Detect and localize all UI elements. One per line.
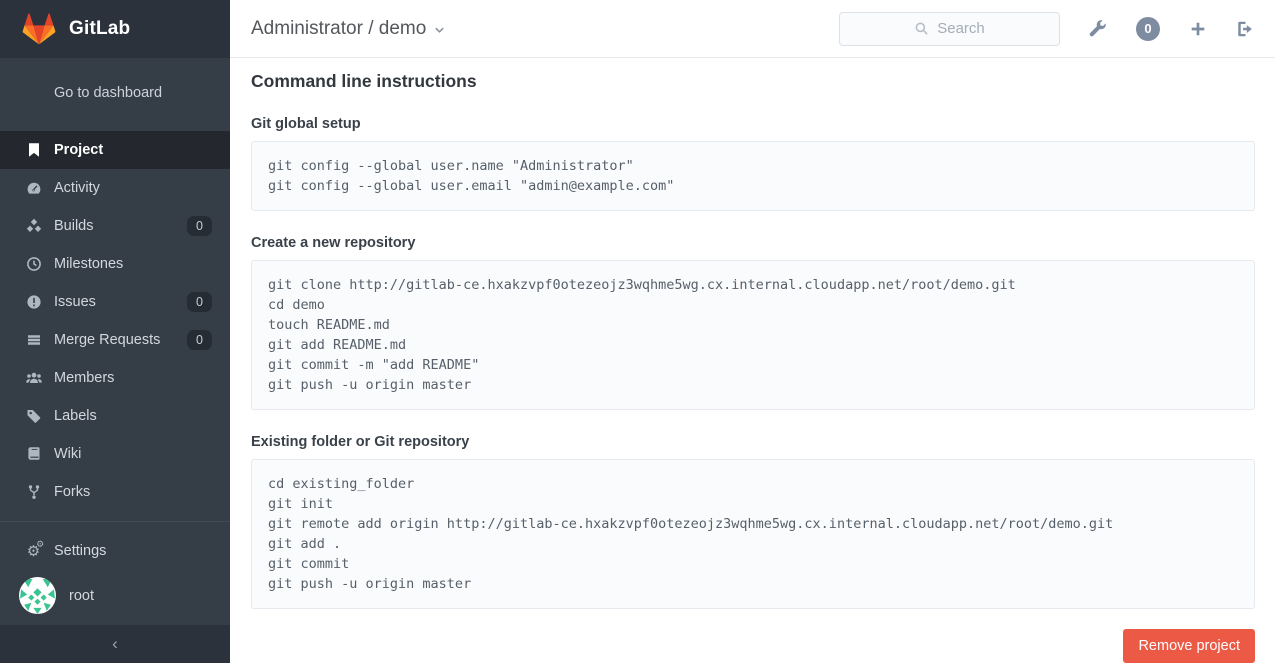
- search-placeholder: Search: [937, 20, 985, 37]
- sidebar-item-label: Members: [54, 370, 114, 386]
- profile-link[interactable]: root: [0, 570, 230, 621]
- sidebar-nav: Project Activity Builds 0 Milestones I: [0, 131, 230, 511]
- sidebar-item-merge-requests[interactable]: Merge Requests 0: [0, 321, 230, 359]
- users-icon: [25, 370, 42, 387]
- page-title: Command line instructions: [251, 71, 1255, 92]
- sidebar-item-members[interactable]: Members: [0, 359, 230, 397]
- remove-project-button[interactable]: Remove project: [1123, 629, 1255, 663]
- tasks-icon: [25, 332, 42, 349]
- code-block-create-new-repository: git clone http://gitlab-ce.hxakzvpf0otez…: [251, 260, 1255, 410]
- header-controls: Search 0: [839, 12, 1254, 46]
- wrench-icon: [1089, 20, 1107, 38]
- cubes-icon: [25, 218, 42, 235]
- gitlab-logo-icon: [22, 13, 56, 45]
- sidebar-item-milestones[interactable]: Milestones: [0, 245, 230, 283]
- sidebar-item-project[interactable]: Project: [0, 131, 230, 169]
- sidebar-item-label: Issues: [54, 294, 96, 310]
- avatar: [19, 577, 56, 614]
- new-project-button[interactable]: [1189, 20, 1207, 38]
- brand-header[interactable]: GitLab: [0, 0, 230, 58]
- go-to-dashboard-link[interactable]: Go to dashboard: [0, 58, 230, 131]
- dashboard-icon: [25, 180, 42, 197]
- sign-out-icon: [1236, 20, 1254, 38]
- top-bar: Administrator / demo Search 0: [230, 0, 1275, 58]
- sidebar-item-label: Settings: [54, 543, 106, 559]
- footer-actions: Remove project: [251, 629, 1255, 663]
- admin-wrench-button[interactable]: [1089, 20, 1107, 38]
- sign-out-button[interactable]: [1236, 20, 1254, 38]
- main-area: Administrator / demo Search 0 Command li…: [230, 0, 1275, 663]
- sidebar-collapse-toggle[interactable]: ‹: [0, 625, 230, 663]
- sidebar-item-activity[interactable]: Activity: [0, 169, 230, 207]
- code-block-existing-folder: cd existing_folder git init git remote a…: [251, 459, 1255, 609]
- gears-icon: ⚙⚙: [25, 543, 42, 560]
- sidebar-item-label: Wiki: [54, 446, 81, 462]
- sidebar-item-label: Activity: [54, 180, 100, 196]
- project-switcher[interactable]: Administrator / demo: [251, 18, 445, 40]
- sidebar-item-forks[interactable]: Forks: [0, 473, 230, 511]
- search-input[interactable]: Search: [839, 12, 1060, 46]
- todo-count-badge: 0: [1136, 17, 1160, 41]
- sidebar: GitLab Go to dashboard Project Activity …: [0, 0, 230, 663]
- sidebar-divider: [0, 521, 230, 522]
- section-heading-create-new-repository: Create a new repository: [251, 235, 1255, 251]
- code-block-git-global-setup: git config --global user.name "Administr…: [251, 141, 1255, 211]
- sidebar-item-builds[interactable]: Builds 0: [0, 207, 230, 245]
- issues-count-badge: 0: [187, 292, 212, 313]
- brand-name: GitLab: [69, 18, 130, 40]
- username: root: [69, 588, 94, 604]
- sidebar-item-label: Labels: [54, 408, 97, 424]
- sidebar-item-wiki[interactable]: Wiki: [0, 435, 230, 473]
- search-icon: [914, 21, 929, 36]
- section-heading-existing-folder: Existing folder or Git repository: [251, 434, 1255, 450]
- chevron-left-icon: ‹: [112, 634, 118, 654]
- todos-button[interactable]: 0: [1136, 17, 1160, 41]
- sidebar-item-settings[interactable]: ⚙⚙ Settings: [0, 532, 230, 570]
- sidebar-item-label: Milestones: [54, 256, 123, 272]
- page-content: Command line instructions Git global set…: [230, 58, 1275, 663]
- sidebar-item-label: Forks: [54, 484, 90, 500]
- sidebar-item-labels[interactable]: Labels: [0, 397, 230, 435]
- exclamation-circle-icon: [25, 294, 42, 311]
- chevron-down-icon: [434, 26, 445, 34]
- sidebar-item-issues[interactable]: Issues 0: [0, 283, 230, 321]
- sidebar-item-label: Merge Requests: [54, 332, 160, 348]
- clock-icon: [25, 256, 42, 273]
- bookmark-icon: [25, 142, 42, 159]
- tags-icon: [25, 408, 42, 425]
- breadcrumb: Administrator / demo: [251, 18, 426, 40]
- plus-icon: [1189, 20, 1207, 38]
- merge-requests-count-badge: 0: [187, 330, 212, 351]
- builds-count-badge: 0: [187, 216, 212, 237]
- code-fork-icon: [25, 484, 42, 501]
- book-icon: [25, 446, 42, 463]
- sidebar-item-label: Project: [54, 142, 103, 158]
- section-heading-git-global-setup: Git global setup: [251, 116, 1255, 132]
- sidebar-item-label: Builds: [54, 218, 94, 234]
